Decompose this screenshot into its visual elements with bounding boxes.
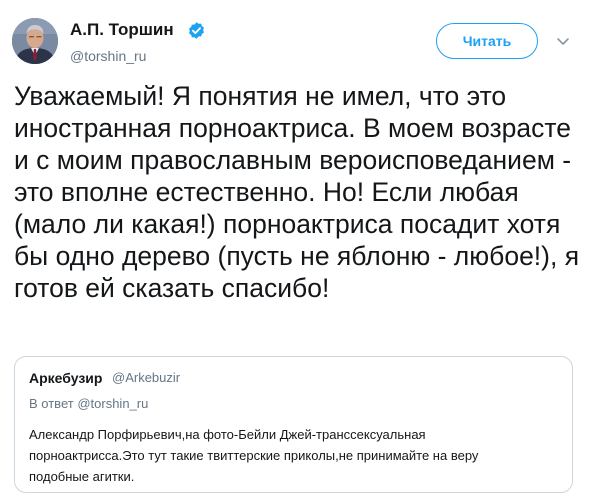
avatar-photo [12,18,58,64]
reply-handle[interactable]: @torshin_ru [77,396,148,411]
chevron-down-icon[interactable] [554,34,572,48]
tweet-text: Уважаемый! Я понятия не имел, что это ин… [14,81,580,303]
quoted-tweet[interactable]: Аркебузир @Arkebuzir В ответ @torshin_ru… [14,356,573,493]
quoted-reply-context: В ответ @torshin_ru [29,396,148,411]
verified-badge-icon [189,22,204,39]
quoted-author-handle: @Arkebuzir [112,370,181,385]
quoted-tweet-text: Александр Порфирьевич,на фото-Бейли Джей… [29,427,479,484]
author-name[interactable]: А.П. Торшин [70,20,174,40]
avatar[interactable] [12,18,58,64]
quoted-author-name: Аркебузир [29,370,103,386]
author-handle[interactable]: @torshin_ru [70,48,146,64]
tweet: А.П. Торшин @torshin_ru Читать Уважаемый… [0,0,594,503]
reply-prefix: В ответ [29,396,74,411]
follow-button[interactable]: Читать [436,23,538,59]
